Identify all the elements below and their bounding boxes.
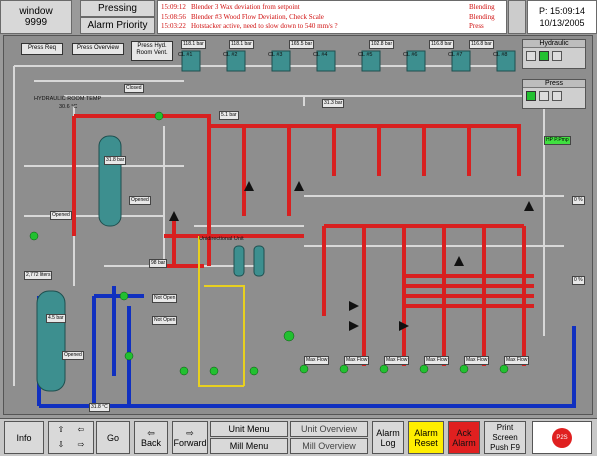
alarm-scrollbar[interactable]: [508, 0, 526, 34]
pressure-readout: 5.1 bar: [219, 111, 239, 120]
pressure-readout: 118.1 bar: [181, 40, 206, 49]
alarm-priority-button[interactable]: Alarm Priority: [80, 17, 155, 34]
arrow-left-icon[interactable]: ⇦: [71, 425, 91, 435]
tank-level: 2,772 liters: [24, 271, 53, 280]
hp-pump-status: HP P.Pmp: [544, 136, 571, 145]
cylinder-label: CL #2: [223, 52, 238, 58]
unidirectional-label: Unidirectional Unit: [199, 236, 244, 242]
cylinder-label: CL #6: [403, 52, 418, 58]
window-box[interactable]: window 9999: [0, 0, 72, 34]
pressure-readout: 118.1 bar: [229, 40, 254, 49]
alarm-reset-button[interactable]: Alarm Reset: [408, 421, 444, 454]
opened-status: Opened: [50, 211, 72, 220]
pressure-readout: 116.8 bar: [469, 40, 494, 49]
pressure-readout: 116.8 bar: [429, 40, 454, 49]
cylinder-label: CL #5: [358, 52, 373, 58]
pressure-readout: 165.5 bar: [289, 40, 315, 49]
press-pumps: [523, 88, 585, 104]
hydraulic-pumps: [523, 48, 585, 64]
cylinder-label: CL #8: [493, 52, 508, 58]
max-flow-label: Max Flow: [504, 356, 530, 365]
pressure-readout: 98 bar: [149, 259, 168, 268]
pressure-readout: 102.8 bar: [369, 40, 395, 49]
unit-menu-button[interactable]: Unit Menu: [210, 421, 288, 437]
max-flow-label: Max Flow: [304, 356, 330, 365]
press-panel-title: Press: [523, 80, 585, 88]
ack-alarm-button[interactable]: Ack Alarm: [448, 421, 480, 454]
alarm-priority-label: Alarm Priority: [87, 20, 148, 31]
pressing-button[interactable]: Pressing: [80, 0, 155, 17]
arrow-right-icon[interactable]: ⇨: [71, 440, 91, 450]
temperature-readout: 31.8 °C: [89, 403, 110, 412]
max-flow-label: Max Flow: [384, 356, 410, 365]
closed-status: Closed: [124, 84, 144, 93]
pump-icon[interactable]: [526, 91, 536, 101]
cylinder-label: CL #1: [178, 52, 193, 58]
back-button[interactable]: ⇦ Back: [134, 421, 168, 454]
hydraulic-panel-title: Hydraulic: [523, 40, 585, 48]
info-button[interactable]: Info: [4, 421, 44, 454]
percent-readout: 0 %: [572, 276, 585, 285]
press-overview-button[interactable]: Press Overview: [72, 43, 124, 55]
alarm-row[interactable]: 15:09:12 Blender 3 Wax deviation from set…: [161, 3, 503, 13]
not-open-status: Not Open: [152, 316, 178, 325]
not-open-status: Not Open: [152, 294, 178, 303]
hydraulic-panel[interactable]: Hydraulic: [522, 39, 586, 69]
nav-arrows[interactable]: ⇧ ⇦ ⇩ ⇨: [48, 421, 94, 454]
cylinder-label: CL #3: [268, 52, 283, 58]
max-flow-label: Max Flow: [424, 356, 450, 365]
process-diagram: Press Req Press Overview Press Hyd. Room…: [3, 35, 593, 415]
opened-status: Opened: [62, 351, 84, 360]
opened-status: Opened: [129, 196, 151, 205]
unit-overview-button[interactable]: Unit Overview: [290, 421, 368, 437]
press-hyd-room-vent-button[interactable]: Press Hyd. Room Vent.: [131, 41, 173, 61]
print-screen-button[interactable]: Print Screen Push F9: [484, 421, 526, 454]
forward-button[interactable]: ⇨ Forward: [172, 421, 208, 454]
pump-icon[interactable]: [539, 51, 549, 61]
pump-icon[interactable]: [552, 51, 562, 61]
logo-icon: P2S: [552, 427, 572, 448]
pressure-readout: 31.3 bar: [322, 99, 345, 108]
clock-date: 10/13/2005: [539, 18, 585, 28]
alarm-row[interactable]: 15:03:22 Hotstacker active, need to slow …: [161, 22, 503, 32]
pressing-label: Pressing: [98, 3, 137, 14]
pump-icon[interactable]: [552, 91, 562, 101]
arrow-down-icon[interactable]: ⇩: [51, 440, 71, 450]
max-flow-label: Max Flow: [344, 356, 370, 365]
hyd-room-temp-label: HYDRAULIC ROOM TEMP: [34, 96, 102, 102]
window-label: window: [19, 6, 53, 17]
cylinder-label: CL #7: [448, 52, 463, 58]
window-number: 9999: [24, 17, 48, 28]
clock-time: P: 15:09:14: [538, 6, 586, 16]
pump-icon[interactable]: [539, 91, 549, 101]
clock: P: 15:09:14 10/13/2005: [527, 0, 597, 34]
arrow-up-icon[interactable]: ⇧: [51, 425, 71, 435]
pump-icon[interactable]: [526, 51, 536, 61]
go-button[interactable]: Go: [96, 421, 130, 454]
back-arrow-icon: ⇦: [147, 427, 155, 438]
press-req-button[interactable]: Press Req: [21, 43, 63, 55]
press-panel[interactable]: Press: [522, 79, 586, 109]
forward-arrow-icon: ⇨: [186, 427, 194, 438]
cylinder-label: CL #4: [313, 52, 328, 58]
mill-menu-button[interactable]: Mill Menu: [210, 438, 288, 454]
company-logo: P2S: [532, 421, 592, 454]
max-flow-label: Max Flow: [464, 356, 490, 365]
mill-overview-button[interactable]: Mill Overview: [290, 438, 368, 454]
hyd-room-temp-value: 30.6 °C: [59, 104, 78, 110]
alarm-list[interactable]: 15:09:12 Blender 3 Wax deviation from set…: [157, 0, 507, 34]
pressure-readout: 31.8 bar: [104, 156, 127, 165]
pressure-readout: 4.5 bar: [46, 314, 66, 323]
alarm-row[interactable]: 15:08:56 Blender #3 Wood Flow Deviation, …: [161, 13, 503, 23]
percent-readout: 0 %: [572, 196, 585, 205]
alarm-log-button[interactable]: Alarm Log: [372, 421, 404, 454]
